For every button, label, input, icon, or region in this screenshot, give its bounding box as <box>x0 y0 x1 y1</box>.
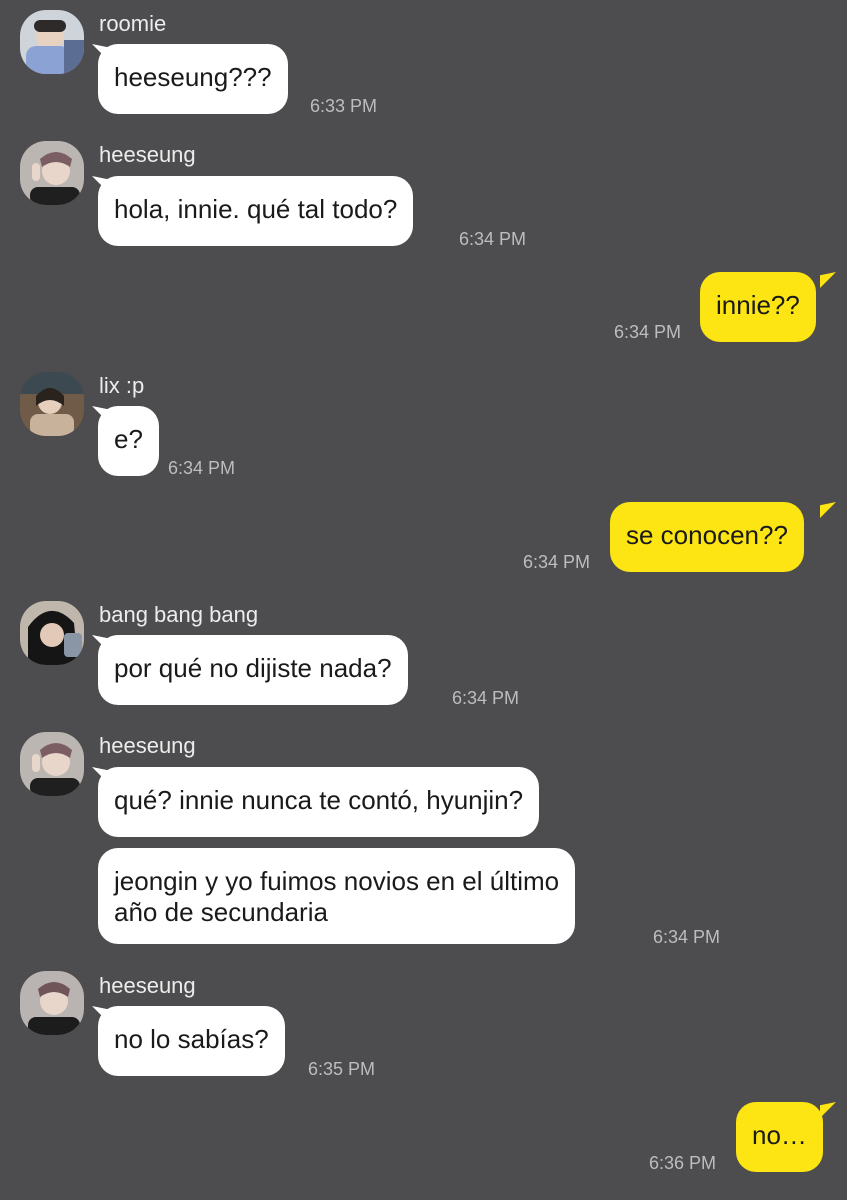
avatar-heeseung[interactable] <box>20 732 84 796</box>
avatar-bang-bang-bang[interactable] <box>20 601 84 665</box>
bubble-tail <box>820 502 836 518</box>
message-bubble[interactable]: heeseung??? <box>98 44 288 114</box>
message-bubble[interactable]: e? <box>98 406 159 476</box>
avatar-photo-icon <box>20 141 84 205</box>
message-bubble[interactable]: qué? innie nunca te contó, hyunjin? <box>98 767 540 837</box>
sender-name: bang bang bang <box>99 602 259 627</box>
avatar-lix[interactable] <box>20 372 84 436</box>
bubble-tail <box>820 272 836 288</box>
avatar-photo-icon <box>20 372 84 436</box>
message-bubble[interactable]: no… <box>736 1102 823 1172</box>
message-bubble[interactable]: no lo sabías? <box>98 1006 285 1076</box>
message-timestamp: 6:34 PM <box>459 229 527 249</box>
avatar-heeseung[interactable] <box>20 971 84 1035</box>
bubble-tail <box>820 1102 836 1118</box>
message-timestamp: 6:35 PM <box>308 1059 376 1079</box>
message-bubble[interactable]: jeongin y yo fuimos novios en el último … <box>98 848 576 944</box>
sender-name: heeseung <box>99 142 196 167</box>
avatar-heeseung[interactable] <box>20 141 84 205</box>
message-timestamp: 6:34 PM <box>523 552 591 572</box>
message-bubble[interactable]: se conocen?? <box>610 502 804 572</box>
avatar-photo-icon <box>20 732 84 796</box>
message-timestamp: 6:34 PM <box>452 688 520 708</box>
message-timestamp: 6:34 PM <box>614 322 682 342</box>
avatar-photo-icon <box>20 601 84 665</box>
avatar-photo-icon <box>20 10 84 74</box>
sender-name: roomie <box>99 11 167 36</box>
message-timestamp: 6:36 PM <box>649 1153 717 1173</box>
avatar-photo-icon <box>20 971 84 1035</box>
sender-name: heeseung <box>99 733 196 758</box>
message-timestamp: 6:34 PM <box>168 458 236 478</box>
message-bubble[interactable]: por qué no dijiste nada? <box>98 635 408 705</box>
message-timestamp: 6:34 PM <box>653 927 721 947</box>
message-bubble[interactable]: hola, innie. qué tal todo? <box>98 176 414 246</box>
avatar-roomie[interactable] <box>20 10 84 74</box>
sender-name: lix :p <box>99 373 145 398</box>
message-timestamp: 6:33 PM <box>310 96 378 116</box>
message-bubble[interactable]: innie?? <box>700 272 816 342</box>
sender-name: heeseung <box>99 973 196 998</box>
